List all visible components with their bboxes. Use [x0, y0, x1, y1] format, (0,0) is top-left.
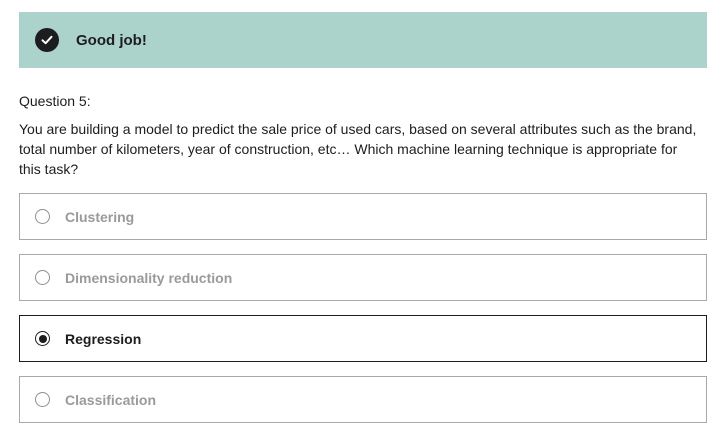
question-text: You are building a model to predict the … [19, 121, 697, 177]
feedback-message: Good job! [76, 31, 147, 49]
option-label: Classification [65, 391, 157, 408]
option-label: Clustering [65, 208, 135, 225]
radio-selected-icon[interactable] [35, 331, 50, 346]
check-circle-icon [35, 28, 59, 52]
option-regression[interactable]: Regression [19, 315, 707, 362]
option-label: Regression [65, 330, 142, 347]
checkmark-icon [41, 35, 53, 45]
feedback-banner: Good job! [19, 12, 707, 68]
quiz-question-panel: Good job! Question 5: You are building a… [0, 0, 726, 438]
radio-unselected-icon[interactable] [35, 270, 50, 285]
option-clustering[interactable]: Clustering [19, 193, 707, 240]
option-classification[interactable]: Classification [19, 376, 707, 423]
radio-unselected-icon[interactable] [35, 392, 50, 407]
option-label: Dimensionality reduction [65, 269, 233, 286]
option-dimensionality-reduction[interactable]: Dimensionality reduction [19, 254, 707, 301]
radio-unselected-icon[interactable] [35, 209, 50, 224]
radio-dot [38, 334, 47, 343]
question-number: Question 5: [19, 93, 91, 109]
